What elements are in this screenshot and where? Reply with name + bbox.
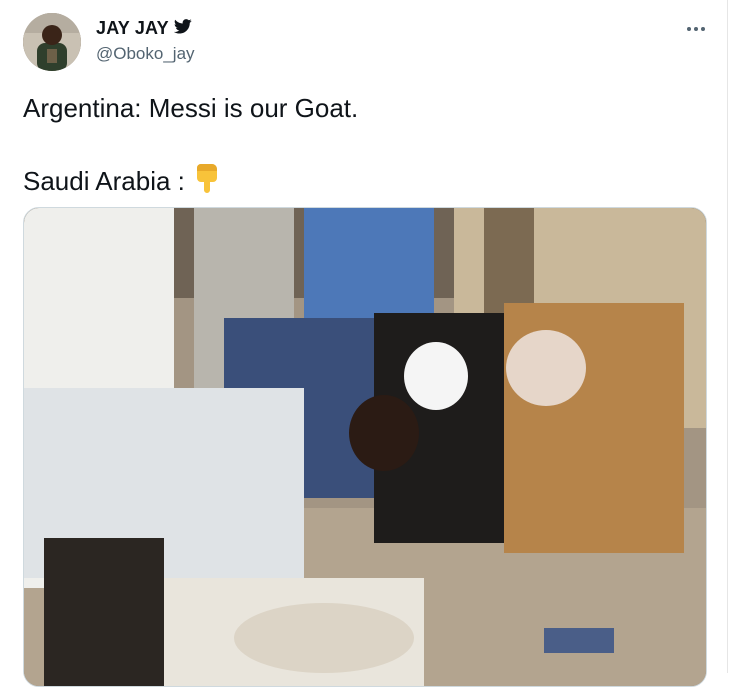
- tweet-text-line-1: Argentina: Messi is our Goat.: [23, 93, 359, 123]
- pointing-down-emoji-icon: [193, 160, 223, 201]
- more-horizontal-icon: [686, 19, 706, 37]
- author-handle[interactable]: @Oboko_jay: [96, 44, 195, 64]
- tweet-text-line-2: Saudi Arabia :: [23, 160, 223, 201]
- author-display-name[interactable]: JAY JAY: [96, 18, 169, 39]
- photo-illustration: [24, 208, 706, 686]
- tweet-text-line-2-label: Saudi Arabia :: [23, 165, 185, 196]
- tweet-card[interactable]: JAY JAY @Oboko_jay Argentina: Messi is o…: [0, 0, 728, 687]
- more-options-button[interactable]: [683, 18, 709, 38]
- tweet-photo[interactable]: [23, 207, 707, 687]
- twitter-bird-icon: [173, 18, 192, 39]
- author-avatar[interactable]: [23, 13, 81, 71]
